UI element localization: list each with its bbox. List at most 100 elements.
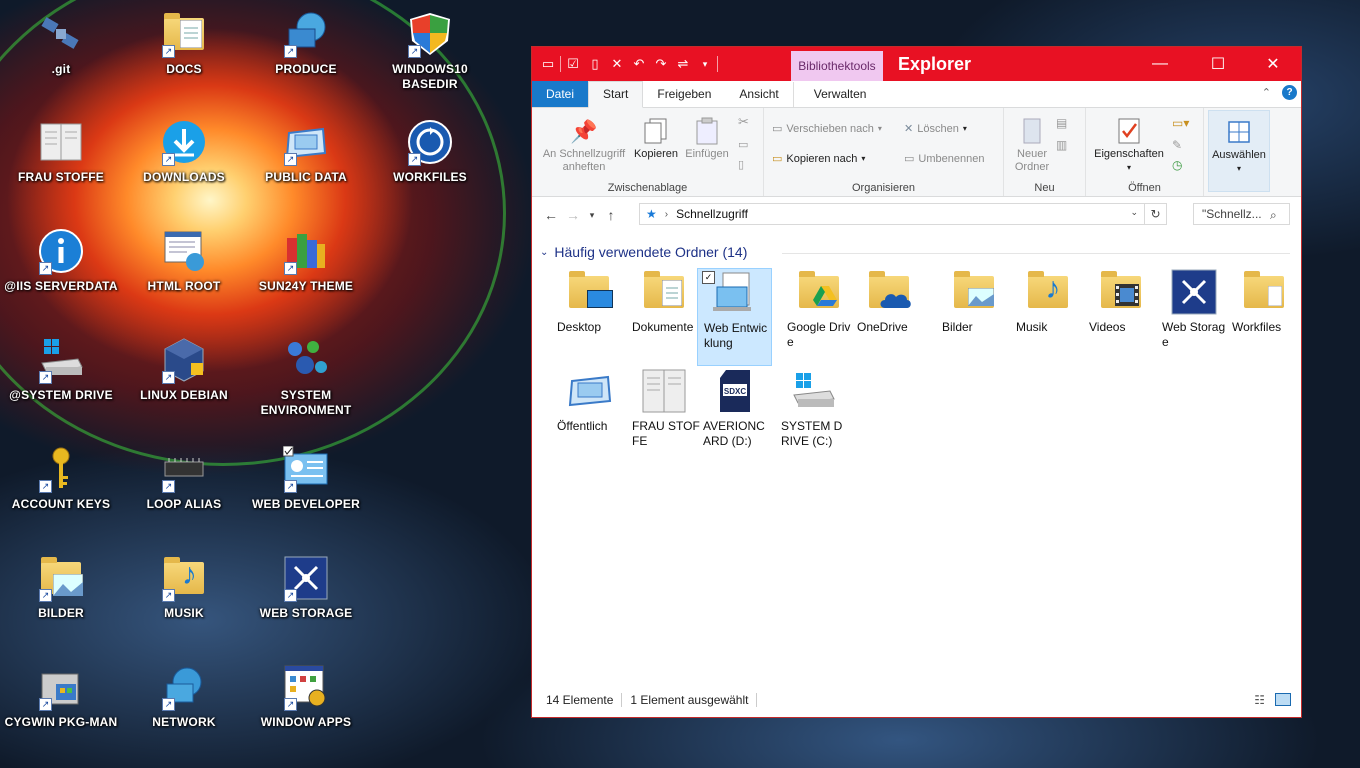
redo-icon[interactable]: ↷ bbox=[651, 54, 671, 74]
undo-icon[interactable]: ↶ bbox=[629, 54, 649, 74]
refresh-icon[interactable]: ↻ bbox=[1144, 204, 1166, 224]
desktop-icon-frau-stoffe[interactable]: FRAU STOFFE bbox=[1, 118, 121, 185]
easy-access-icon[interactable]: ▥ bbox=[1056, 138, 1067, 152]
desktop-icon-git[interactable]: .git bbox=[1, 10, 121, 77]
documents-folder-icon bbox=[640, 268, 688, 316]
music-note-icon: ♪ bbox=[182, 558, 197, 591]
back-button[interactable]: ← bbox=[540, 207, 562, 223]
properties-button[interactable]: Eigenschaften ▾ bbox=[1090, 116, 1168, 174]
desktop-icon-public-data[interactable]: ↗ PUBLIC DATA bbox=[246, 118, 366, 185]
rename-button[interactable]: ▭ Umbenennen bbox=[904, 152, 984, 166]
history-icon[interactable]: ◷ bbox=[1172, 158, 1182, 172]
minimize-button[interactable]: — bbox=[1131, 47, 1189, 81]
forward-button[interactable]: → bbox=[562, 207, 584, 223]
apps-icon: ↗ bbox=[282, 663, 330, 711]
desktop-icon-linux-debian[interactable]: ↗ LINUX DEBIAN bbox=[124, 336, 244, 403]
desktop-icon-iis-serverdata[interactable]: ↗ @IIS SERVERDATA bbox=[1, 227, 121, 294]
list-item-system-drive[interactable]: SYSTEM DRIVE (C:) bbox=[775, 367, 850, 449]
tab-share[interactable]: Freigeben bbox=[643, 82, 725, 107]
list-item-bilder[interactable]: Bilder bbox=[936, 268, 1011, 335]
up-button[interactable]: ↑ bbox=[600, 207, 622, 223]
delete-button[interactable]: ✕ Löschen ▾ bbox=[904, 122, 967, 136]
help-icon[interactable]: ? bbox=[1282, 85, 1297, 100]
rename-icon: ▭ bbox=[904, 153, 915, 165]
move-to-button[interactable]: ▭ Verschieben nach ▾ bbox=[772, 122, 882, 136]
select-button[interactable]: Auswählen ▾ bbox=[1208, 110, 1270, 192]
desktop-icon-windows10-basedir[interactable]: ↗ WINDOWS10 BASEDIR bbox=[370, 10, 490, 92]
divider bbox=[717, 56, 718, 72]
desktop-icon-label: LINUX DEBIAN bbox=[140, 388, 228, 402]
desktop-icon-network[interactable]: ↗ NETWORK bbox=[124, 663, 244, 730]
tab-file[interactable]: Datei bbox=[532, 81, 589, 107]
properties-icon[interactable]: ☑ bbox=[563, 54, 583, 74]
list-item-musik[interactable]: ♪ Musik bbox=[1010, 268, 1085, 335]
collapse-ribbon-icon[interactable]: ⌃ bbox=[1262, 86, 1271, 99]
list-item-averioncard[interactable]: SDXC AVERIONCARD (D:) bbox=[697, 367, 772, 449]
desktop-icon-web-storage[interactable]: ↗ WEB STORAGE bbox=[246, 554, 366, 621]
desktop-icon-cygwin[interactable]: ↗ CYGWIN PKG-MAN bbox=[1, 663, 121, 730]
edit-icon[interactable]: ✎ bbox=[1172, 138, 1182, 152]
recent-locations-button[interactable]: ▾ bbox=[584, 210, 600, 221]
tab-view[interactable]: Ansicht bbox=[725, 82, 792, 107]
desktop-icon-sun24y-theme[interactable]: ↗ SUN24Y THEME bbox=[246, 227, 366, 294]
pictures-folder-icon: ↗ bbox=[37, 554, 85, 602]
copy-button[interactable]: Kopieren bbox=[632, 116, 680, 161]
desktop-icon-system-drive[interactable]: ↗ @SYSTEM DRIVE bbox=[1, 336, 121, 403]
delete-icon[interactable]: ✕ bbox=[607, 54, 627, 74]
copy-path-icon[interactable]: ▭ bbox=[738, 138, 748, 151]
address-bar[interactable]: ★ › Schnellzugriff ⌄ ↻ bbox=[639, 203, 1167, 225]
desktop-icon-workfiles[interactable]: ↗ WORKFILES bbox=[370, 118, 490, 185]
desktop-icon-loop-alias[interactable]: ↗ LOOP ALIAS bbox=[124, 445, 244, 512]
web-storage-icon: ↗ bbox=[282, 554, 330, 602]
new-item-icon[interactable]: ▤ bbox=[1056, 116, 1067, 130]
delete-icon: ✕ bbox=[904, 123, 914, 135]
folder-icon[interactable]: ▭ bbox=[538, 54, 558, 74]
tab-start[interactable]: Start bbox=[588, 81, 644, 108]
desktop-icon-musik[interactable]: ♪ ↗ MUSIK bbox=[124, 554, 244, 621]
list-item-workfiles[interactable]: Workfiles bbox=[1226, 268, 1301, 335]
tab-manage[interactable]: Verwalten bbox=[792, 82, 887, 107]
address-dropdown-icon[interactable]: ⌄ bbox=[1130, 207, 1138, 218]
list-item-videos[interactable]: Videos bbox=[1083, 268, 1158, 335]
pin-quick-access-button[interactable]: 📌 An Schnellzugriff anheften bbox=[538, 116, 630, 174]
open-icon[interactable]: ▭▾ bbox=[1172, 116, 1189, 130]
list-item-documents[interactable]: Dokumente bbox=[626, 268, 701, 335]
shortcut-arrow-icon: ↗ bbox=[284, 262, 297, 275]
large-icons-view-icon[interactable] bbox=[1275, 693, 1291, 706]
new-file-icon[interactable]: ▯ bbox=[585, 54, 605, 74]
select-label: Auswählen bbox=[1212, 149, 1266, 161]
breadcrumb[interactable]: Schnellzugriff bbox=[676, 207, 748, 221]
cut-icon[interactable]: ✂ bbox=[738, 114, 749, 130]
list-item-web-entwicklung[interactable]: ✓ Web Entwicklung bbox=[697, 268, 772, 366]
list-item-google-drive[interactable]: Google Drive bbox=[781, 268, 856, 350]
maximize-button[interactable]: ☐ bbox=[1189, 47, 1247, 81]
desktop-icon-web-developer[interactable]: ↗ WEB DEVELOPER bbox=[246, 445, 366, 512]
desktop-icon-html-root[interactable]: HTML ROOT bbox=[124, 227, 244, 294]
library-tools-context-tab[interactable]: Bibliothektools bbox=[791, 51, 883, 81]
desktop-icon-downloads[interactable]: ↗ DOWNLOADS bbox=[124, 118, 244, 185]
desktop-icon-account-keys[interactable]: ↗ ACCOUNT KEYS bbox=[1, 445, 121, 512]
list-item-frau-stoffe[interactable]: FRAU STOFFE bbox=[626, 367, 701, 449]
desktop-icon-bilder[interactable]: ↗ BILDER bbox=[1, 554, 121, 621]
web-dev-folder-icon bbox=[711, 269, 759, 317]
list-item-onedrive[interactable]: OneDrive bbox=[851, 268, 926, 335]
rename-icon[interactable]: ⇌ bbox=[673, 54, 693, 74]
close-button[interactable]: ✕ bbox=[1244, 47, 1302, 81]
copy-to-button[interactable]: ▭ Kopieren nach ▾ bbox=[772, 152, 865, 166]
customize-qat-icon[interactable]: ▾ bbox=[695, 54, 715, 74]
paste-button[interactable]: Einfügen bbox=[682, 116, 732, 161]
list-item-oeffentlich[interactable]: Öffentlich bbox=[551, 367, 626, 434]
list-item-desktop[interactable]: Desktop bbox=[551, 268, 626, 335]
desktop-icon-system-environment[interactable]: SYSTEM ENVIRONMENT bbox=[246, 336, 366, 418]
paste-shortcut-icon[interactable]: ▯ bbox=[738, 158, 744, 171]
section-header[interactable]: ⌄ Häufig verwendete Ordner (14) bbox=[540, 244, 747, 260]
shortcut-arrow-icon: ↗ bbox=[284, 698, 297, 711]
google-drive-folder-icon bbox=[795, 268, 843, 316]
details-view-icon[interactable]: ☷ bbox=[1254, 693, 1265, 707]
desktop-icon-docs[interactable]: ↗ DOCS bbox=[124, 10, 244, 77]
section-title: Häufig verwendete Ordner (14) bbox=[554, 244, 748, 260]
desktop-icon-produce[interactable]: ↗ PRODUCE bbox=[246, 10, 366, 77]
desktop-icon-window-apps[interactable]: ↗ WINDOW APPS bbox=[246, 663, 366, 730]
new-folder-button[interactable]: Neuer Ordner bbox=[1010, 116, 1054, 174]
list-item-web-storage[interactable]: Web Storage bbox=[1156, 268, 1231, 350]
